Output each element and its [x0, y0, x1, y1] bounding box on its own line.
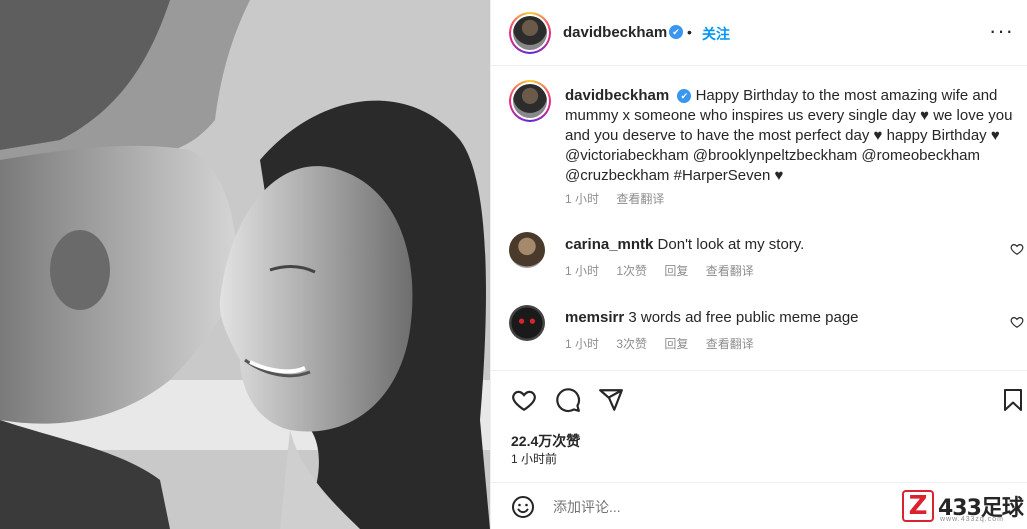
comment-meta: 1 小时 3次赞 回复 查看翻译: [565, 335, 768, 352]
commenter-avatar[interactable]: [509, 305, 545, 341]
comment-text: carina_mntk Don't look at my story.: [565, 236, 804, 253]
post-header: davidbeckham ✔ • 关注 ···: [491, 0, 1027, 66]
comment-item: carina_mntk Don't look at my story. 1 小时…: [509, 232, 1024, 280]
comment-likes[interactable]: 1次赞: [616, 264, 647, 278]
comment-body: Don't look at my story.: [657, 236, 805, 253]
comment-translate-link[interactable]: 查看翻译: [706, 264, 754, 278]
comment-reply-button[interactable]: 回复: [664, 264, 688, 278]
follow-button[interactable]: 关注: [702, 24, 730, 44]
emoji-icon[interactable]: [511, 495, 535, 519]
comment-username[interactable]: carina_mntk: [565, 236, 653, 253]
site-watermark: Z 433足球 www.433zq.com: [902, 488, 1027, 529]
action-bar: [491, 370, 1027, 420]
separator-dot: •: [687, 24, 692, 40]
watermark-logo: Z: [902, 490, 934, 522]
comment-text: memsirr 3 words ad free public meme page: [565, 309, 859, 326]
more-icon[interactable]: ···: [989, 18, 1014, 44]
comment-icon[interactable]: [555, 387, 581, 413]
comment-like-icon[interactable]: [1010, 242, 1024, 256]
caption-avatar[interactable]: [509, 80, 551, 122]
comment-likes[interactable]: 3次赞: [616, 337, 647, 351]
post-photo-illustration: [0, 0, 490, 529]
caption-translate-link[interactable]: 查看翻译: [616, 192, 664, 206]
comment-input[interactable]: [553, 499, 873, 515]
bookmark-icon[interactable]: [1001, 387, 1025, 413]
author-avatar[interactable]: [509, 12, 551, 54]
heart-icon[interactable]: [511, 387, 537, 413]
caption-time: 1 小时: [565, 192, 600, 206]
caption-text: davidbeckham ✔ Happy Birthday to the mos…: [565, 86, 1020, 186]
watermark-url: www.433zq.com: [940, 516, 1004, 523]
caption-meta: 1 小时 查看翻译: [565, 190, 678, 207]
comment-time: 1 小时: [565, 264, 600, 278]
post-time: 1 小时前: [511, 452, 558, 466]
comment-like-icon[interactable]: [1010, 315, 1024, 329]
comment-body: 3 words ad free public meme page: [628, 309, 859, 326]
comment-item: memsirr 3 words ad free public meme page…: [509, 305, 1024, 353]
comment-reply-button[interactable]: 回复: [664, 337, 688, 351]
comment-translate-link[interactable]: 查看翻译: [706, 337, 754, 351]
verified-icon: ✔: [677, 89, 692, 104]
author-username[interactable]: davidbeckham: [563, 24, 667, 41]
comment-username[interactable]: memsirr: [565, 309, 624, 326]
comment-time: 1 小时: [565, 337, 600, 351]
like-count[interactable]: 22.4万次赞: [511, 431, 580, 451]
share-icon[interactable]: [598, 387, 624, 413]
commenter-avatar[interactable]: [509, 232, 545, 268]
caption-username[interactable]: davidbeckham: [565, 87, 669, 104]
verified-icon: ✔: [669, 25, 683, 39]
comment-meta: 1 小时 1次赞 回复 查看翻译: [565, 262, 768, 279]
post-details-panel: davidbeckham ✔ • 关注 ··· davidbeckham ✔ H…: [490, 0, 1027, 529]
post-photo[interactable]: [0, 0, 490, 529]
